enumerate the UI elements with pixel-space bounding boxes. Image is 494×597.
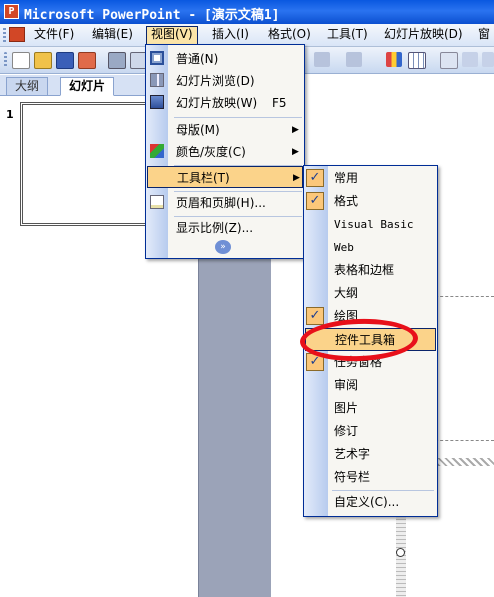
menu-item-slideshow[interactable]: 幻灯片放映(W) F5 [146,92,304,114]
slideshow-icon [150,95,164,109]
menu-item-normal[interactable]: 普通(N) [146,48,304,70]
placeholder-border [430,440,494,441]
placeholder-frame [438,458,494,466]
menu-item-label: 颜色/灰度(C) [176,145,246,159]
placeholder-border [430,296,494,297]
toolbar-item-reviewing[interactable]: 审阅 [304,374,437,397]
menu-item-label: 修订 [334,424,359,438]
insert-chart-icon[interactable] [386,52,402,67]
slide-thumbnail[interactable] [20,102,153,226]
menu-item-label: 艺术字 [334,447,371,461]
toolbar-item-symbol[interactable]: 符号栏 [304,466,437,489]
color-grayscale-icon [150,144,164,158]
toolbar-item-picture[interactable]: 图片 [304,397,437,420]
menu-item-label: 常用 [334,171,359,185]
document-icon[interactable] [9,27,25,42]
menu-item-label: 自定义(C)... [334,495,400,509]
header-footer-icon [150,195,164,209]
menu-item-label: 符号栏 [334,470,371,484]
menu-window[interactable]: 窗 [474,26,494,43]
undo-icon[interactable] [314,52,330,67]
window-title: Microsoft PowerPoint - [演示文稿1] [24,8,280,23]
menu-file[interactable]: 文件(F) [30,26,78,43]
insert-table-icon[interactable] [408,52,426,69]
menu-item-label: 普通(N) [176,52,219,66]
toolbar-grip-icon[interactable] [4,52,7,67]
open-folder-icon[interactable] [34,52,52,69]
menu-item-header-footer[interactable]: 页眉和页脚(H)... [146,192,304,214]
check-icon: ✓ [306,169,324,187]
check-icon: ✓ [306,192,324,210]
show-formatting-icon[interactable] [462,52,478,67]
menu-item-label: 审阅 [334,378,359,392]
toolbar-item-outline[interactable]: 大纲 [304,282,437,305]
toolbar-item-tables-borders[interactable]: 表格和边框 [304,259,437,282]
grid-icon[interactable] [482,52,494,67]
permission-icon[interactable] [78,52,96,69]
tab-slides[interactable]: 幻灯片 [60,77,115,96]
menu-item-label: 格式 [334,194,359,208]
new-file-icon[interactable] [12,52,30,69]
resize-handle[interactable] [396,548,405,557]
menu-item-label: 母版(M) [176,123,220,137]
expand-menu-icon[interactable]: » [215,240,231,254]
menu-item-zoom[interactable]: 显示比例(Z)... [146,217,304,239]
menu-item-label: 大纲 [334,286,359,300]
menu-item-shortcut: F5 [272,96,287,110]
menu-item-label: 幻灯片放映(W) [176,96,258,110]
submenu-arrow-icon: ▶ [293,173,300,183]
view-menu-dropdown: 普通(N) 幻灯片浏览(D) 幻灯片放映(W) F5 母版(M) ▶ 颜色/灰度… [145,44,305,259]
menu-edit[interactable]: 编辑(E) [88,26,137,43]
menu-item-color-grayscale[interactable]: 颜色/灰度(C) ▶ [146,141,304,163]
check-icon: ✓ [306,307,324,325]
toolbar-item-revisions[interactable]: 修订 [304,420,437,443]
menu-item-toolbars[interactable]: 工具栏(T) ▶ [147,166,303,188]
menu-item-label: Visual Basic [334,218,414,231]
menu-item-label: 工具栏(T) [177,171,230,185]
toolbar-item-wordart[interactable]: 艺术字 [304,443,437,466]
menu-view[interactable]: 视图(V) [146,26,198,45]
toolbar-item-standard[interactable]: ✓ 常用 [304,167,437,190]
menu-separator [174,117,302,118]
menu-format[interactable]: 格式(O) [264,26,315,43]
expand-all-icon[interactable] [440,52,458,69]
redo-icon[interactable] [346,52,362,67]
save-icon[interactable] [56,52,74,69]
toolbar-item-customize[interactable]: 自定义(C)... [304,491,437,514]
print-icon[interactable] [108,52,126,69]
powerpoint-app-icon[interactable]: P [4,4,19,19]
toolbar-item-visual-basic[interactable]: Visual Basic [304,213,437,236]
menubar-grip-icon[interactable] [3,28,6,42]
menu-insert[interactable]: 插入(I) [208,26,253,43]
toolbar-item-web[interactable]: Web [304,236,437,259]
slide-number: 1 [6,108,14,121]
normal-view-icon [150,51,164,65]
menu-slideshow[interactable]: 幻灯片放映(D) [380,26,467,43]
menu-item-label: 表格和边框 [334,263,395,277]
menu-item-label: Web [334,241,354,254]
submenu-arrow-icon: ▶ [292,147,299,157]
menu-item-label: 图片 [334,401,359,415]
menu-item-label: 幻灯片浏览(D) [176,74,255,88]
title-bar: P Microsoft PowerPoint - [演示文稿1] [0,0,494,24]
menu-item-slide-sorter[interactable]: 幻灯片浏览(D) [146,70,304,92]
toolbar-item-formatting[interactable]: ✓ 格式 [304,190,437,213]
menu-item-label: 显示比例(Z)... [176,221,254,235]
menu-item-label: 页眉和页脚(H)... [176,196,266,210]
workspace-background [198,255,271,597]
menu-tools[interactable]: 工具(T) [323,26,372,43]
menu-item-master[interactable]: 母版(M) ▶ [146,119,304,141]
tab-outline[interactable]: 大纲 [6,77,49,95]
submenu-arrow-icon: ▶ [292,125,299,135]
slide-sorter-icon [150,73,164,87]
